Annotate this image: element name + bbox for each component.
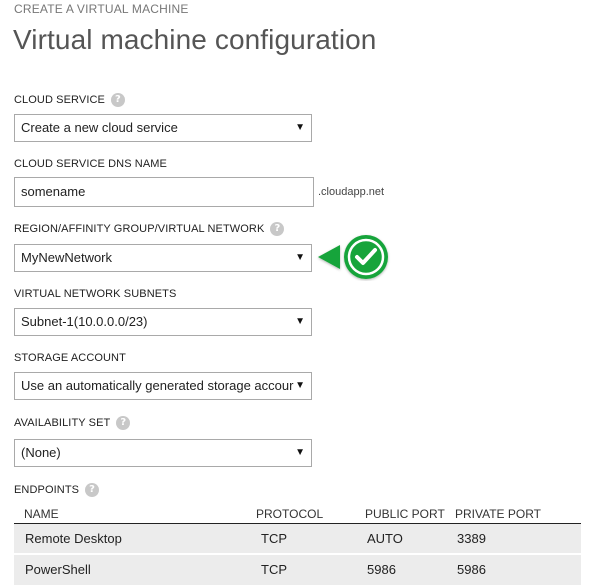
help-icon[interactable]: ? — [270, 222, 285, 236]
endpoint-protocol: TCP — [261, 562, 287, 577]
storage-value: Use an automatically generated storage a… — [21, 378, 294, 393]
endpoints-label-text: ENDPOINTS — [14, 484, 80, 496]
dns-name-input[interactable]: somename — [14, 177, 314, 207]
endpoints-label: ENDPOINTS ? — [14, 483, 100, 497]
region-value: MyNewNetwork — [21, 250, 113, 265]
dns-name-label-text: CLOUD SERVICE DNS NAME — [14, 158, 167, 170]
storage-label: STORAGE ACCOUNT — [14, 352, 126, 364]
column-header-name[interactable]: NAME — [24, 507, 59, 521]
column-header-public-port[interactable]: PUBLIC PORT — [365, 507, 445, 521]
callout-pointer — [318, 245, 340, 269]
availability-label: AVAILABILITY SET ? — [14, 416, 131, 430]
region-select[interactable]: MyNewNetwork ▼ — [14, 244, 312, 272]
column-header-private-port[interactable]: PRIVATE PORT — [455, 507, 541, 521]
dropdown-arrow-icon: ▼ — [295, 252, 305, 263]
cloud-service-label-text: CLOUD SERVICE — [14, 94, 105, 106]
endpoint-private-port: 5986 — [457, 562, 486, 577]
help-icon[interactable]: ? — [85, 483, 100, 497]
dropdown-arrow-icon: ▼ — [295, 380, 305, 391]
dropdown-arrow-icon: ▼ — [295, 447, 305, 458]
availability-select[interactable]: (None) ▼ — [14, 439, 312, 467]
endpoint-name: PowerShell — [25, 562, 91, 577]
endpoint-protocol: TCP — [261, 531, 287, 546]
endpoint-private-port: 3389 — [457, 531, 486, 546]
storage-label-text: STORAGE ACCOUNT — [14, 352, 126, 364]
subnets-label: VIRTUAL NETWORK SUBNETS — [14, 288, 176, 300]
subnets-value: Subnet-1(10.0.0.0/23) — [21, 314, 148, 329]
endpoint-name: Remote Desktop — [25, 531, 122, 546]
availability-label-text: AVAILABILITY SET — [14, 417, 111, 429]
storage-select[interactable]: Use an automatically generated storage a… — [14, 372, 312, 400]
dropdown-arrow-icon: ▼ — [295, 122, 305, 133]
table-row[interactable]: PowerShell TCP 5986 5986 — [14, 555, 581, 585]
wizard-step-title: CREATE A VIRTUAL MACHINE — [14, 2, 189, 16]
cloud-service-select[interactable]: Create a new cloud service ▼ — [14, 114, 312, 142]
region-label: REGION/AFFINITY GROUP/VIRTUAL NETWORK ? — [14, 222, 285, 236]
dropdown-arrow-icon: ▼ — [295, 316, 305, 327]
help-icon[interactable]: ? — [116, 416, 131, 430]
availability-value: (None) — [21, 445, 61, 460]
endpoint-public-port: 5986 — [367, 562, 396, 577]
dns-name-label: CLOUD SERVICE DNS NAME — [14, 158, 167, 170]
subnets-select[interactable]: Subnet-1(10.0.0.0/23) ▼ — [14, 308, 312, 336]
page-title: Virtual machine configuration — [13, 24, 377, 55]
help-icon[interactable]: ? — [110, 93, 125, 107]
cloud-service-label: CLOUD SERVICE ? — [14, 93, 125, 107]
dns-suffix: .cloudapp.net — [318, 186, 385, 198]
column-header-protocol[interactable]: PROTOCOL — [256, 507, 323, 521]
endpoints-table-header: NAME PROTOCOL PUBLIC PORT PRIVATE PORT — [14, 506, 581, 525]
subnets-label-text: VIRTUAL NETWORK SUBNETS — [14, 288, 177, 300]
validation-checkmark-icon — [318, 235, 388, 279]
cloud-service-value: Create a new cloud service — [21, 120, 178, 135]
region-label-text: REGION/AFFINITY GROUP/VIRTUAL NETWORK — [14, 223, 265, 235]
table-row[interactable]: Remote Desktop TCP AUTO 3389 — [14, 524, 581, 554]
endpoint-public-port: AUTO — [367, 531, 403, 546]
